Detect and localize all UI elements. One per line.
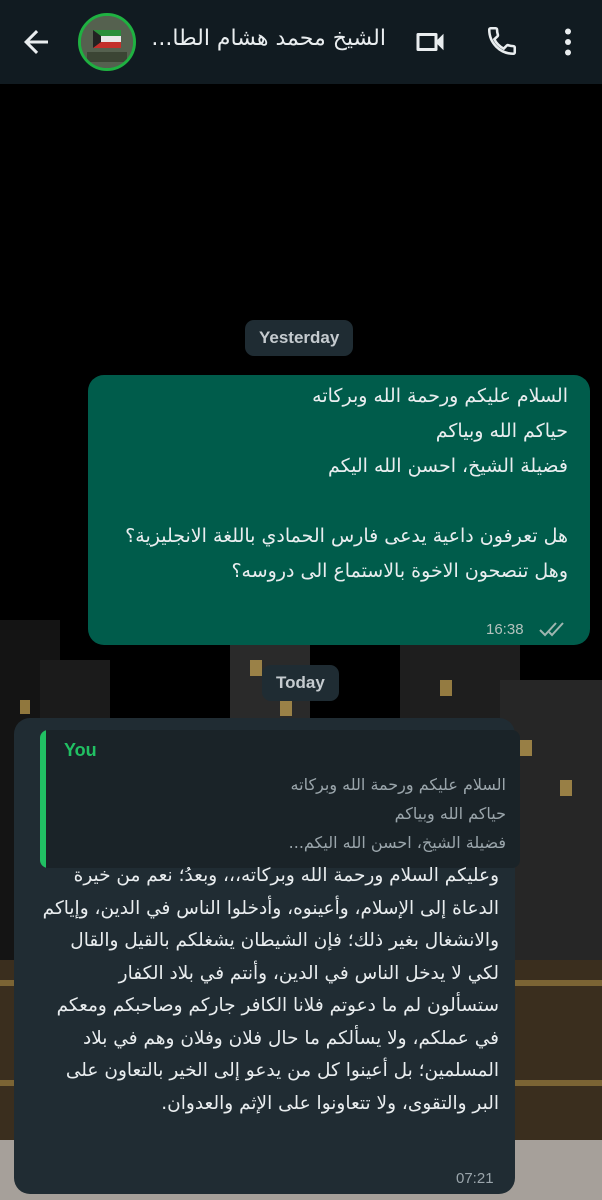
- voice-call-button[interactable]: [485, 24, 521, 60]
- contact-name[interactable]: الشيخ محمد هشام الطا...: [150, 26, 386, 51]
- message-time: 07:21: [456, 1170, 494, 1187]
- wallpaper-light: [560, 780, 572, 796]
- message-text: وعليكم السلام ورحمة الله وبركاته،،، وبعد…: [36, 865, 499, 1114]
- chat-header: الشيخ محمد هشام الطا...: [0, 0, 602, 84]
- more-vert-icon: [565, 28, 571, 56]
- date-separator-today: Today: [262, 665, 339, 701]
- wallpaper-light: [440, 680, 452, 696]
- quote-bar: [40, 730, 46, 868]
- quote-text: السلام عليكم ورحمة الله وبركاته حياكم ال…: [288, 775, 506, 852]
- video-call-button[interactable]: [412, 24, 448, 60]
- date-separator-yesterday: Yesterday: [245, 320, 354, 356]
- quote-author: You: [64, 740, 97, 760]
- contact-avatar[interactable]: [78, 13, 136, 71]
- arrow-left-icon: [24, 30, 48, 54]
- wallpaper-light: [520, 740, 532, 756]
- phone-icon: [487, 26, 517, 56]
- back-button[interactable]: [18, 24, 54, 60]
- incoming-message-bubble[interactable]: You السلام عليكم ورحمة الله وبركاته حياك…: [14, 718, 520, 1194]
- message-time: 16:38: [486, 621, 524, 638]
- wallpaper-light: [280, 700, 292, 716]
- video-call-icon: [416, 33, 444, 51]
- message-text: السلام عليكم ورحمة الله وبركاته حياكم ال…: [125, 385, 568, 582]
- wallpaper-light: [250, 660, 262, 676]
- wallpaper-light: [20, 700, 30, 714]
- more-options-button[interactable]: [550, 24, 586, 60]
- double-check-icon: [539, 622, 564, 637]
- flag-icon: [81, 16, 133, 68]
- quoted-message[interactable]: You السلام عليكم ورحمة الله وبركاته حياك…: [40, 730, 520, 868]
- outgoing-message-bubble[interactable]: السلام عليكم ورحمة الله وبركاته حياكم ال…: [88, 375, 590, 645]
